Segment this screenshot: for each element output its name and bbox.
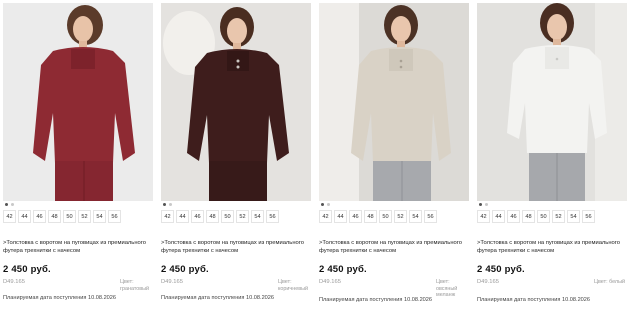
planned-arrival-date: Планируемая дата поступления 10.08.2026 (319, 297, 433, 303)
model-photo-illustration (477, 3, 627, 201)
size-option[interactable]: 52 (394, 210, 407, 223)
product-title-link[interactable]: >Толстовка с воротом на пуговицах из пре… (319, 239, 469, 255)
product-title-link[interactable]: >Толстовка с воротом на пуговицах из пре… (161, 239, 311, 255)
size-option[interactable]: 46 (507, 210, 520, 223)
size-selector: 42 44 46 48 50 52 54 56 (161, 210, 279, 223)
planned-arrival-date: Планируемая дата поступления 10.08.2026 (477, 297, 591, 303)
product-sku: D49.165 (3, 279, 25, 285)
size-option[interactable]: 50 (537, 210, 550, 223)
carousel-dots (321, 203, 330, 207)
product-title-link[interactable]: >Толстовка с воротом на пуговицах из пре… (3, 239, 153, 255)
product-sku: D49.165 (319, 279, 341, 285)
size-option[interactable]: 48 (206, 210, 219, 223)
product-sku: D49.165 (161, 279, 183, 285)
size-option[interactable]: 54 (409, 210, 422, 223)
planned-arrival-date: Планируемая дата поступления 10.08.2026 (161, 295, 275, 301)
size-option[interactable]: 42 (319, 210, 332, 223)
size-option[interactable]: 48 (522, 210, 535, 223)
size-selector: 42 44 46 48 50 52 54 56 (3, 210, 121, 223)
size-option[interactable]: 46 (191, 210, 204, 223)
model-photo-illustration (319, 3, 469, 201)
size-option[interactable]: 48 (364, 210, 377, 223)
size-option[interactable]: 42 (161, 210, 174, 223)
size-option[interactable]: 56 (582, 210, 595, 223)
size-option[interactable]: 56 (424, 210, 437, 223)
product-photo[interactable] (3, 3, 153, 201)
product-price: 2 450 руб. (319, 264, 367, 275)
size-option[interactable]: 54 (93, 210, 106, 223)
size-option[interactable]: 52 (78, 210, 91, 223)
size-option[interactable]: 50 (63, 210, 76, 223)
product-sku: D49.165 (477, 279, 499, 285)
product-grid: 42 44 46 48 50 52 54 56 >Толстовка с вор… (0, 0, 640, 316)
size-option[interactable]: 46 (33, 210, 46, 223)
carousel-dot[interactable] (479, 203, 482, 206)
product-price: 2 450 руб. (161, 264, 209, 275)
size-option[interactable]: 44 (492, 210, 505, 223)
size-option[interactable]: 52 (236, 210, 249, 223)
size-option[interactable]: 42 (477, 210, 490, 223)
product-color: Цвет: белый (594, 279, 625, 285)
size-option[interactable]: 46 (349, 210, 362, 223)
product-card[interactable]: 42 44 46 48 50 52 54 56 >Толстовка с вор… (316, 0, 471, 316)
carousel-dot[interactable] (321, 203, 324, 206)
carousel-dot[interactable] (169, 203, 172, 206)
size-selector: 42 44 46 48 50 52 54 56 (477, 210, 595, 223)
product-card[interactable]: 42 44 46 48 50 52 54 56 >Толстовка с вор… (474, 0, 629, 316)
size-option[interactable]: 48 (48, 210, 61, 223)
size-option[interactable]: 44 (334, 210, 347, 223)
carousel-dot[interactable] (5, 203, 8, 206)
product-color: Цвет: коричневый (278, 279, 308, 292)
product-color: Цвет: гранатовый (120, 279, 149, 292)
product-photo[interactable] (161, 3, 311, 201)
model-photo-illustration (3, 3, 153, 201)
size-option[interactable]: 42 (3, 210, 16, 223)
product-price: 2 450 руб. (477, 264, 525, 275)
carousel-dot[interactable] (11, 203, 14, 206)
size-option[interactable]: 50 (379, 210, 392, 223)
size-option[interactable]: 56 (108, 210, 121, 223)
size-option[interactable]: 54 (567, 210, 580, 223)
product-card[interactable]: 42 44 46 48 50 52 54 56 >Толстовка с вор… (158, 0, 313, 316)
size-option[interactable]: 44 (176, 210, 189, 223)
product-photo[interactable] (477, 3, 627, 201)
size-option[interactable]: 52 (552, 210, 565, 223)
carousel-dots (163, 203, 172, 207)
carousel-dot[interactable] (163, 203, 166, 206)
carousel-dot[interactable] (327, 203, 330, 206)
size-option[interactable]: 56 (266, 210, 279, 223)
carousel-dots (479, 203, 488, 207)
size-option[interactable]: 50 (221, 210, 234, 223)
product-title-link[interactable]: >Толстовка с воротом на пуговицах из пре… (477, 239, 627, 255)
size-option[interactable]: 54 (251, 210, 264, 223)
product-color: Цвет: овсяный меланж (436, 279, 458, 298)
product-price: 2 450 руб. (3, 264, 51, 275)
product-photo[interactable] (319, 3, 469, 201)
carousel-dots (5, 203, 14, 207)
size-option[interactable]: 44 (18, 210, 31, 223)
carousel-dot[interactable] (485, 203, 488, 206)
planned-arrival-date: Планируемая дата поступления 10.08.2026 (3, 295, 117, 301)
model-photo-illustration (161, 3, 311, 201)
product-card[interactable]: 42 44 46 48 50 52 54 56 >Толстовка с вор… (0, 0, 155, 316)
size-selector: 42 44 46 48 50 52 54 56 (319, 210, 437, 223)
